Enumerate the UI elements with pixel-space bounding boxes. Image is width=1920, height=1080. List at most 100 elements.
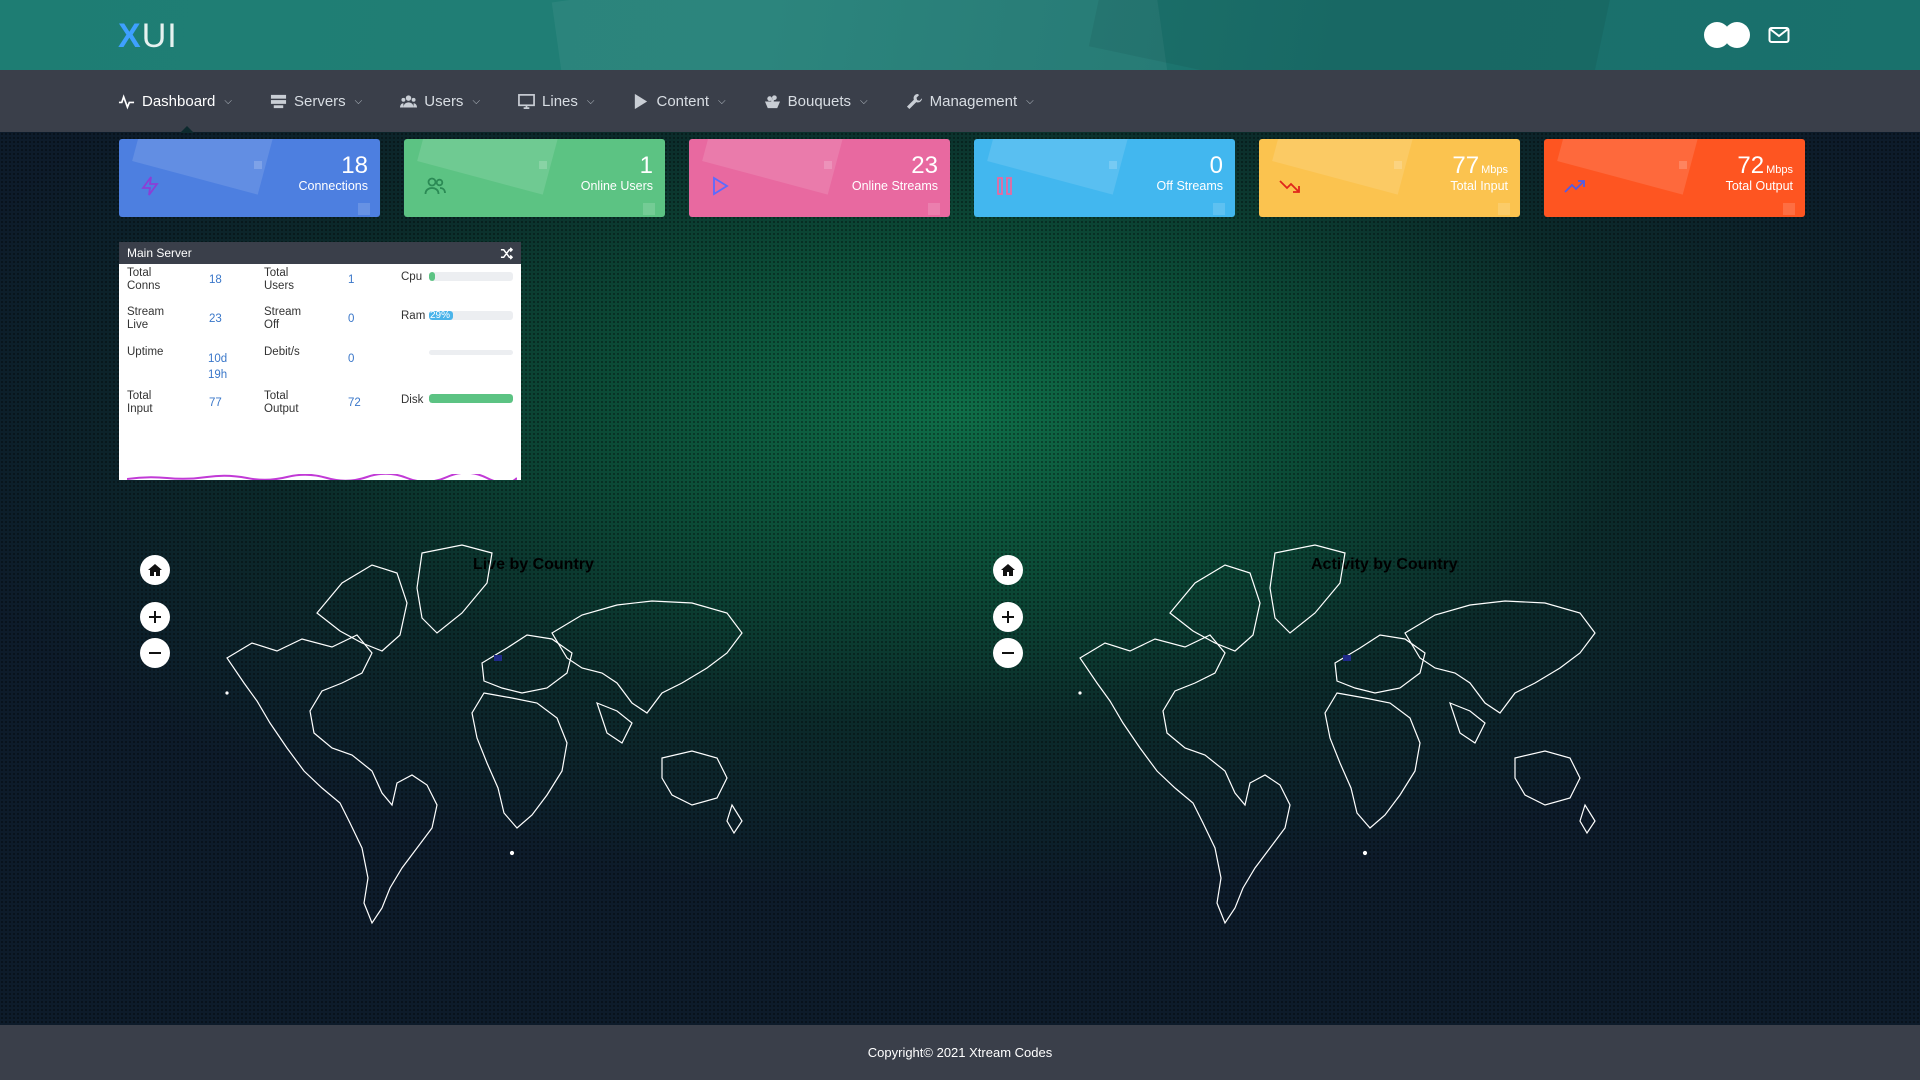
card-value: 77 Mbps [1452,152,1508,179]
card-label: Connections [298,179,369,193]
plus-icon [1002,611,1014,623]
disk-label: Disk [401,394,424,406]
card-value: 1 [639,152,653,179]
nav-dashboard[interactable]: Dashboard ⌵ [118,70,232,133]
trend-down-icon [1279,180,1300,193]
debit-value: 0 [348,353,355,365]
server-icon [270,94,287,108]
total-output-label: Total Output [264,390,299,415]
nav-label: Content [656,92,710,110]
wrench-icon [906,93,922,109]
mail-icon[interactable] [1768,26,1790,44]
users-icon [400,94,418,107]
card-value: 18 [341,152,368,179]
nav-label: Users [424,92,464,110]
users-icon [424,177,446,195]
nav-label: Lines [542,92,578,110]
minus-icon [1002,652,1014,654]
chevron-down-icon: ⌵ [472,95,481,107]
nav-users[interactable]: Users ⌵ [400,70,480,132]
card-online-streams[interactable]: 23 Online Streams [689,139,950,217]
chevron-down-icon: ⌵ [586,95,595,107]
play-icon [713,176,729,196]
panel-title: Main Server [127,246,192,260]
card-label: Total Output [1725,179,1793,193]
map-zoom-out-button[interactable] [140,638,170,668]
chevron-down-icon: ⌵ [1026,95,1034,107]
blank-bar [429,350,513,355]
card-value: 23 [911,152,938,179]
nav-label: Management [929,92,1018,110]
plus-icon [149,611,161,623]
ram-bar: 29% [429,311,513,320]
toggle-icon[interactable] [1704,22,1750,48]
panel-header: Main Server [119,242,521,264]
traffic-sparkline [127,474,517,480]
card-connections[interactable]: 18 Connections [119,139,380,217]
nav-content[interactable]: Content ⌵ [632,70,726,132]
minus-icon [149,652,161,654]
pause-icon [997,177,1012,195]
nav-servers[interactable]: Servers ⌵ [270,70,362,132]
bolt-icon [141,176,159,196]
ram-label: Ram [401,310,426,322]
cpu-bar [429,272,513,281]
uptime-days: 10d [208,353,228,365]
nav-label: Servers [293,92,346,110]
stream-off-value: 0 [348,313,355,325]
chevron-down-icon: ⌵ [354,95,363,107]
stream-live-label: Stream Live [127,306,165,331]
card-label: Online Streams [851,179,938,193]
nav-bouquets[interactable]: Bouquets ⌵ [764,70,868,132]
card-off-streams[interactable]: 0 Off Streams [974,139,1235,217]
disk-bar [429,394,513,403]
chevron-down-icon: ⌵ [718,95,726,107]
footer: Copyright© 2021 Xtream Codes [0,1025,1920,1080]
monitor-icon [518,93,535,109]
main-nav: Dashboard ⌵ Servers ⌵ Users ⌵ Lines ⌵ Conten… [0,70,1920,133]
world-map[interactable] [1075,543,1695,943]
map-zoom-in-button[interactable] [993,602,1023,632]
total-users-value: 1 [348,274,355,286]
total-input-label: Total Input [127,390,153,415]
card-total-output[interactable]: 72 Mbps Total Output [1544,139,1805,217]
uptime-label: Uptime [127,346,164,358]
app-logo[interactable]: XUI [118,17,178,56]
uptime-hours: 19h [208,369,228,381]
home-icon [1001,564,1015,576]
ram-percent: 29% [430,311,451,320]
play-icon [635,93,648,109]
bouquet-icon [764,94,780,108]
total-users-label: Total Users [264,267,295,292]
home-icon [148,564,162,576]
nav-management[interactable]: Management ⌵ [906,70,1034,132]
card-label: Online Users [580,179,653,193]
stat-cards: 18 Connections 1 Online Users 23 Online … [119,139,1805,217]
total-input-value: 77 [209,397,222,409]
card-total-input[interactable]: 77 Mbps Total Input [1259,139,1520,217]
debit-label: Debit/s [264,346,300,358]
card-label: Off Streams [1156,179,1223,193]
card-online-users[interactable]: 1 Online Users [404,139,665,217]
total-output-value: 72 [348,397,361,409]
nav-lines[interactable]: Lines ⌵ [518,70,594,132]
total-conns-value: 18 [209,274,222,286]
card-value: 72 Mbps [1737,152,1793,179]
trend-up-icon [1564,180,1585,193]
stream-live-value: 23 [209,313,222,325]
copyright-text: Copyright© 2021 Xtream Codes [867,1045,1053,1060]
shuffle-icon[interactable] [500,246,513,260]
map-home-button[interactable] [140,555,170,585]
map-zoom-in-button[interactable] [140,602,170,632]
nav-label: Bouquets [787,92,852,110]
cpu-label: Cpu [401,271,423,283]
top-bar: XUI [0,0,1920,70]
map-home-button[interactable] [993,555,1023,585]
nav-label: Dashboard [142,92,216,110]
world-map[interactable] [222,543,842,943]
activity-icon [118,93,135,110]
map-zoom-out-button[interactable] [993,638,1023,668]
stream-off-label: Stream Off [264,306,302,331]
chevron-down-icon: ⌵ [224,95,232,107]
total-conns-label: Total Conns [127,267,161,292]
